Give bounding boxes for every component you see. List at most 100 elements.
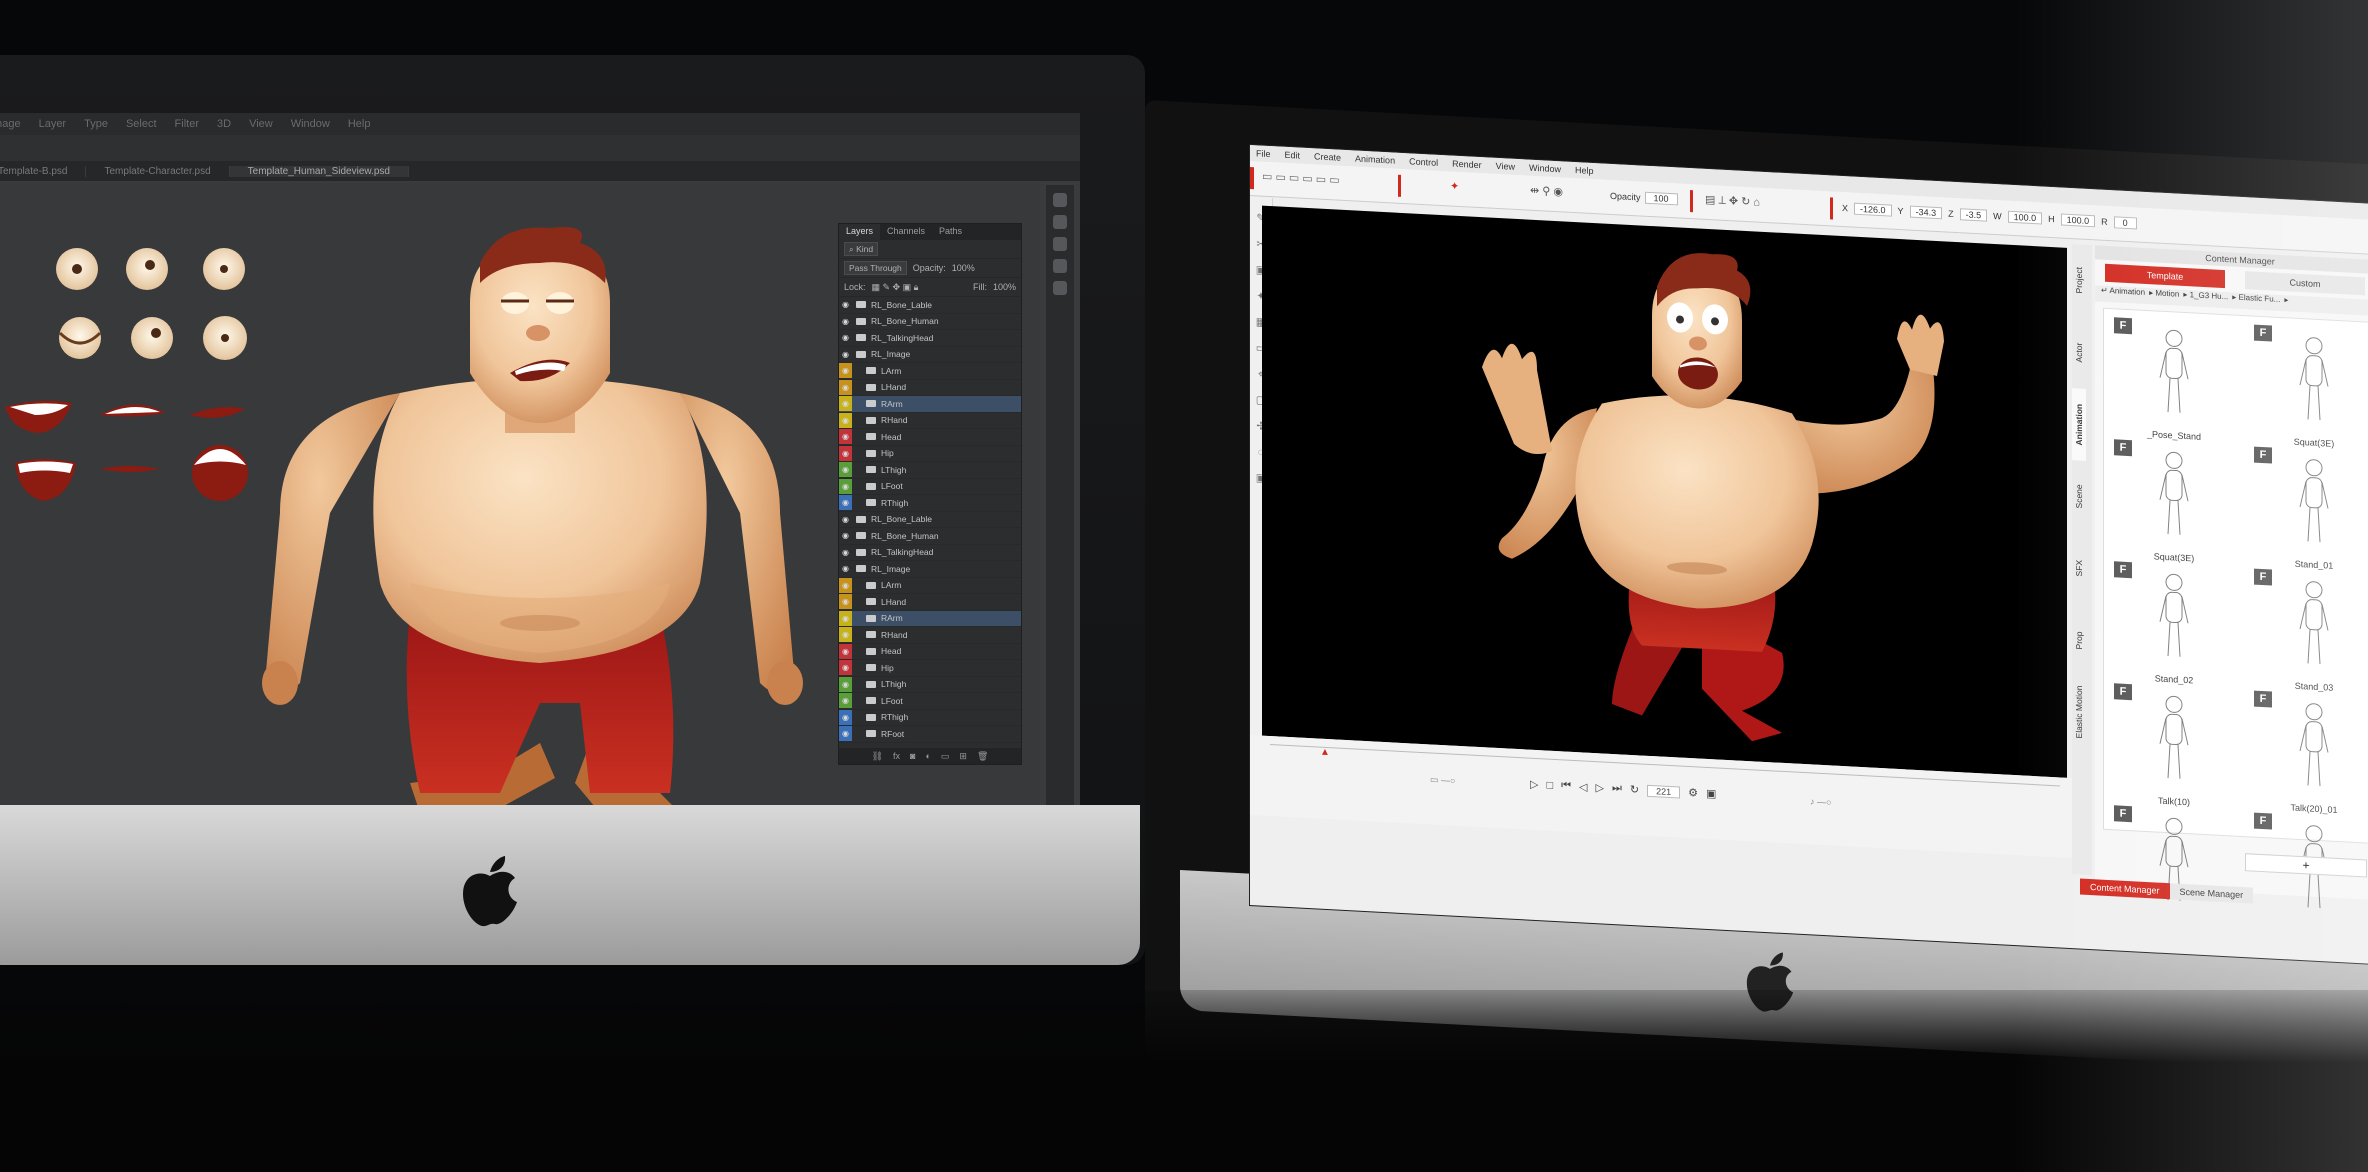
motion-thumbnail[interactable]: F _Pose_Stand: [2114, 317, 2234, 443]
layer-row[interactable]: ◉ Hip: [839, 660, 1021, 677]
layer-row[interactable]: ◉ LArm: [839, 577, 1021, 594]
pin-icon[interactable]: ✦: [1450, 179, 1459, 192]
layer-row[interactable]: ◉ LThigh: [839, 676, 1021, 693]
layer-row[interactable]: ◉ Hip: [839, 445, 1021, 462]
settings-icon[interactable]: ⚙: [1688, 786, 1698, 800]
layer-filter-select[interactable]: ⌕ Kind: [844, 242, 879, 256]
ca-menu-item[interactable]: Create: [1314, 151, 1341, 162]
side-tab-sfx[interactable]: SFX: [2072, 532, 2086, 605]
ps-menu-item[interactable]: Filter: [175, 118, 199, 130]
transform-tool-icons[interactable]: ⇹ ⚲ ◉: [1530, 184, 1563, 199]
visibility-eye-icon[interactable]: ◉: [839, 495, 852, 511]
prev-frame-icon[interactable]: ◁: [1579, 780, 1587, 793]
visibility-eye-icon[interactable]: ◉: [839, 528, 852, 543]
opacity-value[interactable]: 100%: [952, 263, 975, 273]
visibility-eye-icon[interactable]: ◉: [839, 693, 852, 709]
stop-icon[interactable]: □: [1546, 779, 1553, 791]
new-layer-icon[interactable]: ⊞: [959, 751, 967, 762]
visibility-eye-icon[interactable]: ◉: [839, 610, 852, 626]
properties-icon[interactable]: [1053, 215, 1067, 229]
ca-menu-item[interactable]: Help: [1575, 165, 1594, 176]
first-frame-icon[interactable]: ⏮: [1561, 779, 1571, 793]
layers-panel-tab[interactable]: Paths: [932, 224, 969, 240]
motion-thumbnail[interactable]: F Squat(3E): [2114, 439, 2234, 565]
motion-thumbnail[interactable]: F Stand_01: [2254, 446, 2368, 573]
visibility-eye-icon[interactable]: ◉: [839, 676, 852, 692]
motion-thumbnail[interactable]: F Talk(20)_01: [2254, 690, 2368, 817]
layers-panel-tab[interactable]: Channels: [880, 224, 932, 240]
layer-row[interactable]: ◉ RL_Bone_Lable: [839, 297, 1021, 314]
ps-menu-item[interactable]: Layer: [39, 118, 67, 130]
visibility-eye-icon[interactable]: ◉: [839, 462, 852, 478]
layer-row[interactable]: ◉ RArm: [839, 396, 1021, 413]
visibility-eye-icon[interactable]: ◉: [839, 512, 852, 527]
ca-menu-item[interactable]: Animation: [1355, 154, 1395, 166]
layer-row[interactable]: ◉ RL_Bone_Human: [839, 528, 1021, 545]
ca-stage[interactable]: [1262, 205, 2067, 778]
fx-icon[interactable]: fx: [893, 751, 900, 761]
visibility-eye-icon[interactable]: ◉: [839, 709, 852, 725]
visibility-eye-icon[interactable]: ◉: [839, 561, 852, 576]
y-input[interactable]: -34.3: [1909, 205, 1943, 220]
visibility-eye-icon[interactable]: ◉: [839, 314, 852, 329]
layer-row[interactable]: ◉ Head: [839, 429, 1021, 446]
lock-icons[interactable]: ▦ ✎ ✥ ▣ 🔒︎: [872, 282, 919, 293]
motion-thumbnail[interactable]: F Squat(3E): [2254, 324, 2368, 451]
link-icon[interactable]: ⛓: [872, 751, 883, 762]
layer-row[interactable]: ◉ LFoot: [839, 478, 1021, 495]
layer-row[interactable]: ◉ LThigh: [839, 462, 1021, 479]
ca-opacity-input[interactable]: 100: [1644, 191, 1678, 206]
adjustments-icon[interactable]: [1053, 237, 1067, 251]
layer-row[interactable]: ◉ LHand: [839, 379, 1021, 396]
layer-row[interactable]: ◉ RFoot: [839, 726, 1021, 743]
layer-row[interactable]: ◉ RL_Image: [839, 561, 1021, 578]
ps-menu-item[interactable]: Select: [126, 118, 157, 130]
side-tab-project[interactable]: Project: [2072, 244, 2086, 317]
history-icon[interactable]: [1053, 193, 1067, 207]
visibility-eye-icon[interactable]: ◉: [839, 594, 852, 610]
ps-menu-item[interactable]: 3D: [217, 118, 231, 130]
ps-doc-tab[interactable]: Template_Human_Sideview.psd: [229, 165, 409, 177]
layers-panel-tab[interactable]: Layers: [839, 224, 881, 240]
motion-thumbnail[interactable]: F: [2114, 805, 2234, 931]
z-input[interactable]: -3.5: [1959, 208, 1988, 222]
timeline-marker-icon[interactable]: ▲: [1320, 747, 1330, 759]
folder-icon[interactable]: ▭: [941, 751, 950, 762]
fill-value[interactable]: 100%: [993, 282, 1016, 292]
blend-mode-select[interactable]: Pass Through: [844, 261, 907, 275]
layer-row[interactable]: ◉ Head: [839, 643, 1021, 660]
ca-menu-item[interactable]: File: [1256, 148, 1271, 159]
trash-icon[interactable]: 🗑︎: [977, 751, 988, 762]
next-frame-icon[interactable]: ▷: [1596, 781, 1604, 794]
visibility-eye-icon[interactable]: ◉: [839, 478, 852, 494]
visibility-eye-icon[interactable]: ◉: [839, 330, 852, 345]
visibility-eye-icon[interactable]: ◉: [839, 379, 852, 395]
frame-input[interactable]: 221: [1647, 784, 1681, 799]
bottom-tab-scene-manager[interactable]: Scene Manager: [2169, 883, 2254, 904]
layers-icon[interactable]: [1053, 259, 1067, 273]
adjustment-icon[interactable]: ◐: [925, 751, 930, 761]
file-tool-icons[interactable]: ▭ ▭ ▭ ▭ ▭ ▭: [1262, 170, 1340, 187]
motion-thumbnail[interactable]: F Stand_02: [2114, 561, 2234, 687]
path-segment[interactable]: Animation: [2109, 286, 2145, 297]
motion-thumbnail[interactable]: F Stand_03: [2254, 568, 2368, 695]
ca-menu-item[interactable]: Edit: [1285, 150, 1301, 161]
w-input[interactable]: 100.0: [2007, 210, 2043, 225]
r-input[interactable]: 0: [2113, 216, 2137, 230]
last-frame-icon[interactable]: ⏭: [1612, 782, 1622, 796]
layer-row[interactable]: ◉ RHand: [839, 627, 1021, 644]
visibility-eye-icon[interactable]: ◉: [839, 363, 852, 379]
align-tool-icons[interactable]: ▤ ⟂ ✥ ↻ ⌂: [1705, 193, 1760, 210]
visibility-eye-icon[interactable]: ◉: [839, 545, 852, 560]
path-segment[interactable]: Elastic Fu...: [2239, 293, 2281, 304]
x-input[interactable]: -126.0: [1854, 202, 1892, 217]
layer-row[interactable]: ◉ RArm: [839, 610, 1021, 627]
layer-row[interactable]: ◉ RL_TalkingHead: [839, 545, 1021, 561]
visibility-eye-icon[interactable]: ◉: [839, 347, 852, 362]
ps-menu-item[interactable]: View: [249, 118, 273, 130]
ca-menu-item[interactable]: View: [1496, 161, 1515, 172]
side-tab-prop[interactable]: Prop: [2072, 604, 2086, 677]
tab-template[interactable]: Template: [2105, 263, 2225, 289]
bottom-tab-content-manager[interactable]: Content Manager: [2080, 878, 2170, 900]
ps-menu-item[interactable]: Type: [84, 118, 108, 130]
